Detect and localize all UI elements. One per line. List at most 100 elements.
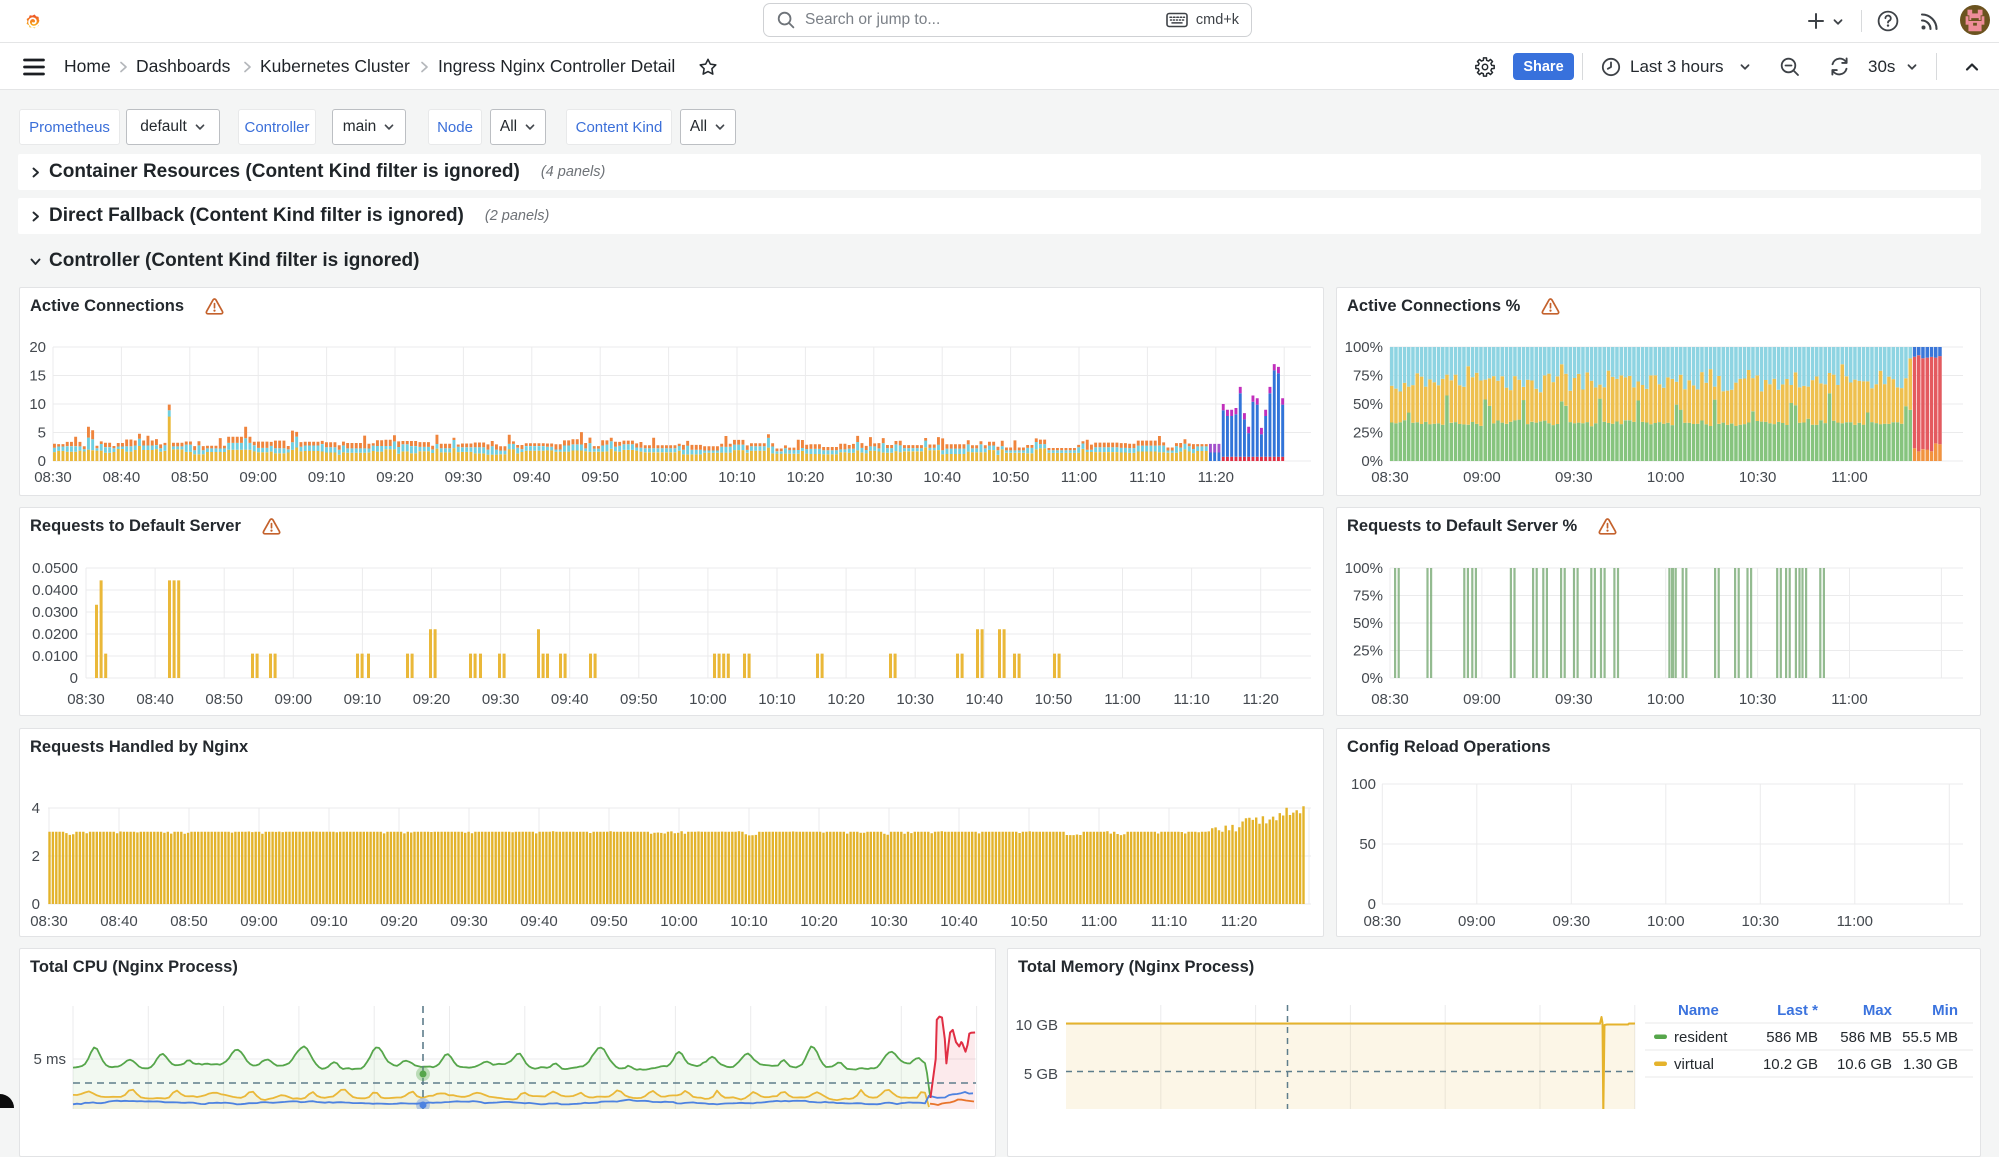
svg-text:09:50: 09:50 [620,691,658,708]
svg-text:100%: 100% [1345,560,1383,577]
svg-text:586 MB: 586 MB [1766,1029,1818,1046]
svg-text:11:00: 11:00 [1831,469,1867,486]
svg-text:09:20: 09:20 [380,913,418,930]
svg-text:08:30: 08:30 [67,691,105,708]
svg-text:09:00: 09:00 [239,469,277,486]
svg-text:50%: 50% [1353,615,1383,632]
svg-text:09:30: 09:30 [1555,469,1593,486]
svg-text:11:10: 11:10 [1173,691,1209,708]
svg-text:15: 15 [29,368,46,385]
svg-text:5: 5 [38,425,46,442]
svg-text:08:40: 08:40 [136,691,174,708]
svg-text:11:00: 11:00 [1081,913,1117,930]
svg-text:10:50: 10:50 [1010,913,1048,930]
svg-text:11:20: 11:20 [1221,913,1257,930]
svg-text:11:00: 11:00 [1061,469,1097,486]
svg-text:0: 0 [1368,896,1376,913]
svg-text:09:10: 09:10 [344,691,382,708]
svg-text:10:30: 10:30 [855,469,893,486]
svg-text:10:30: 10:30 [896,691,934,708]
svg-text:09:30: 09:30 [450,913,488,930]
svg-text:0%: 0% [1361,453,1383,470]
svg-text:11:00: 11:00 [1104,691,1140,708]
svg-text:09:40: 09:40 [513,469,551,486]
svg-text:virtual: virtual [1674,1056,1714,1073]
svg-text:25%: 25% [1353,643,1383,660]
svg-text:09:10: 09:10 [308,469,346,486]
svg-text:09:20: 09:20 [413,691,451,708]
svg-text:0: 0 [70,670,78,687]
svg-text:0: 0 [32,896,40,913]
svg-text:11:10: 11:10 [1129,469,1165,486]
svg-text:08:30: 08:30 [1371,469,1409,486]
svg-text:0.0100: 0.0100 [32,648,78,665]
svg-text:10:20: 10:20 [787,469,825,486]
svg-text:09:40: 09:40 [551,691,589,708]
svg-text:Last *: Last * [1777,1002,1818,1019]
svg-text:10 GB: 10 GB [1015,1017,1058,1034]
svg-text:0%: 0% [1361,670,1383,687]
svg-text:10:00: 10:00 [1647,691,1685,708]
svg-text:09:30: 09:30 [482,691,520,708]
svg-text:25%: 25% [1353,425,1383,442]
svg-text:10.6 GB: 10.6 GB [1837,1056,1892,1073]
svg-text:10:40: 10:40 [940,913,978,930]
svg-text:10:50: 10:50 [1035,691,1073,708]
svg-text:10:20: 10:20 [800,913,838,930]
svg-text:resident: resident [1674,1029,1728,1046]
svg-text:08:30: 08:30 [34,469,72,486]
svg-text:10:00: 10:00 [650,469,688,486]
svg-text:08:40: 08:40 [100,913,138,930]
svg-text:08:30: 08:30 [30,913,68,930]
svg-text:10:00: 10:00 [1647,913,1685,930]
svg-text:11:10: 11:10 [1151,913,1187,930]
svg-text:100%: 100% [1345,339,1383,356]
svg-text:10:00: 10:00 [1647,469,1685,486]
svg-text:20: 20 [29,339,46,356]
svg-text:5 GB: 5 GB [1024,1066,1058,1083]
svg-text:08:40: 08:40 [103,469,141,486]
svg-text:Min: Min [1932,1002,1958,1019]
svg-text:11:20: 11:20 [1242,691,1278,708]
svg-text:10.2 GB: 10.2 GB [1763,1056,1818,1073]
svg-text:10:00: 10:00 [660,913,698,930]
svg-text:10:30: 10:30 [1742,913,1780,930]
svg-text:09:00: 09:00 [1463,469,1501,486]
svg-text:09:30: 09:30 [1555,691,1593,708]
svg-text:09:10: 09:10 [310,913,348,930]
svg-text:586 MB: 586 MB [1840,1029,1892,1046]
svg-text:0.0500: 0.0500 [32,560,78,577]
svg-text:1.30 GB: 1.30 GB [1903,1056,1958,1073]
svg-text:08:30: 08:30 [1364,913,1402,930]
svg-text:09:00: 09:00 [1458,913,1496,930]
svg-text:Max: Max [1863,1002,1893,1019]
svg-text:2: 2 [32,848,40,865]
svg-text:75%: 75% [1353,368,1383,385]
svg-text:10:10: 10:10 [718,469,756,486]
svg-text:10:10: 10:10 [758,691,796,708]
svg-text:0.0300: 0.0300 [32,604,78,621]
svg-text:09:00: 09:00 [1463,691,1501,708]
svg-text:08:50: 08:50 [205,691,243,708]
svg-text:0: 0 [38,453,46,470]
svg-text:Name: Name [1678,1002,1719,1019]
svg-text:09:40: 09:40 [520,913,558,930]
svg-text:08:30: 08:30 [1371,691,1409,708]
svg-text:10:30: 10:30 [870,913,908,930]
svg-text:11:00: 11:00 [1831,691,1867,708]
svg-text:50: 50 [1359,836,1376,853]
svg-text:10: 10 [29,396,46,413]
svg-text:50%: 50% [1353,396,1383,413]
svg-text:11:00: 11:00 [1837,913,1873,930]
svg-text:11:20: 11:20 [1198,469,1234,486]
svg-text:09:20: 09:20 [376,469,414,486]
svg-text:10:20: 10:20 [827,691,865,708]
svg-text:5 ms: 5 ms [33,1051,66,1068]
svg-text:100: 100 [1351,776,1376,793]
svg-text:75%: 75% [1353,588,1383,605]
svg-text:0.0200: 0.0200 [32,626,78,643]
svg-text:10:40: 10:40 [923,469,961,486]
svg-text:09:30: 09:30 [445,469,483,486]
svg-text:10:40: 10:40 [966,691,1004,708]
svg-text:55.5 MB: 55.5 MB [1902,1029,1958,1046]
